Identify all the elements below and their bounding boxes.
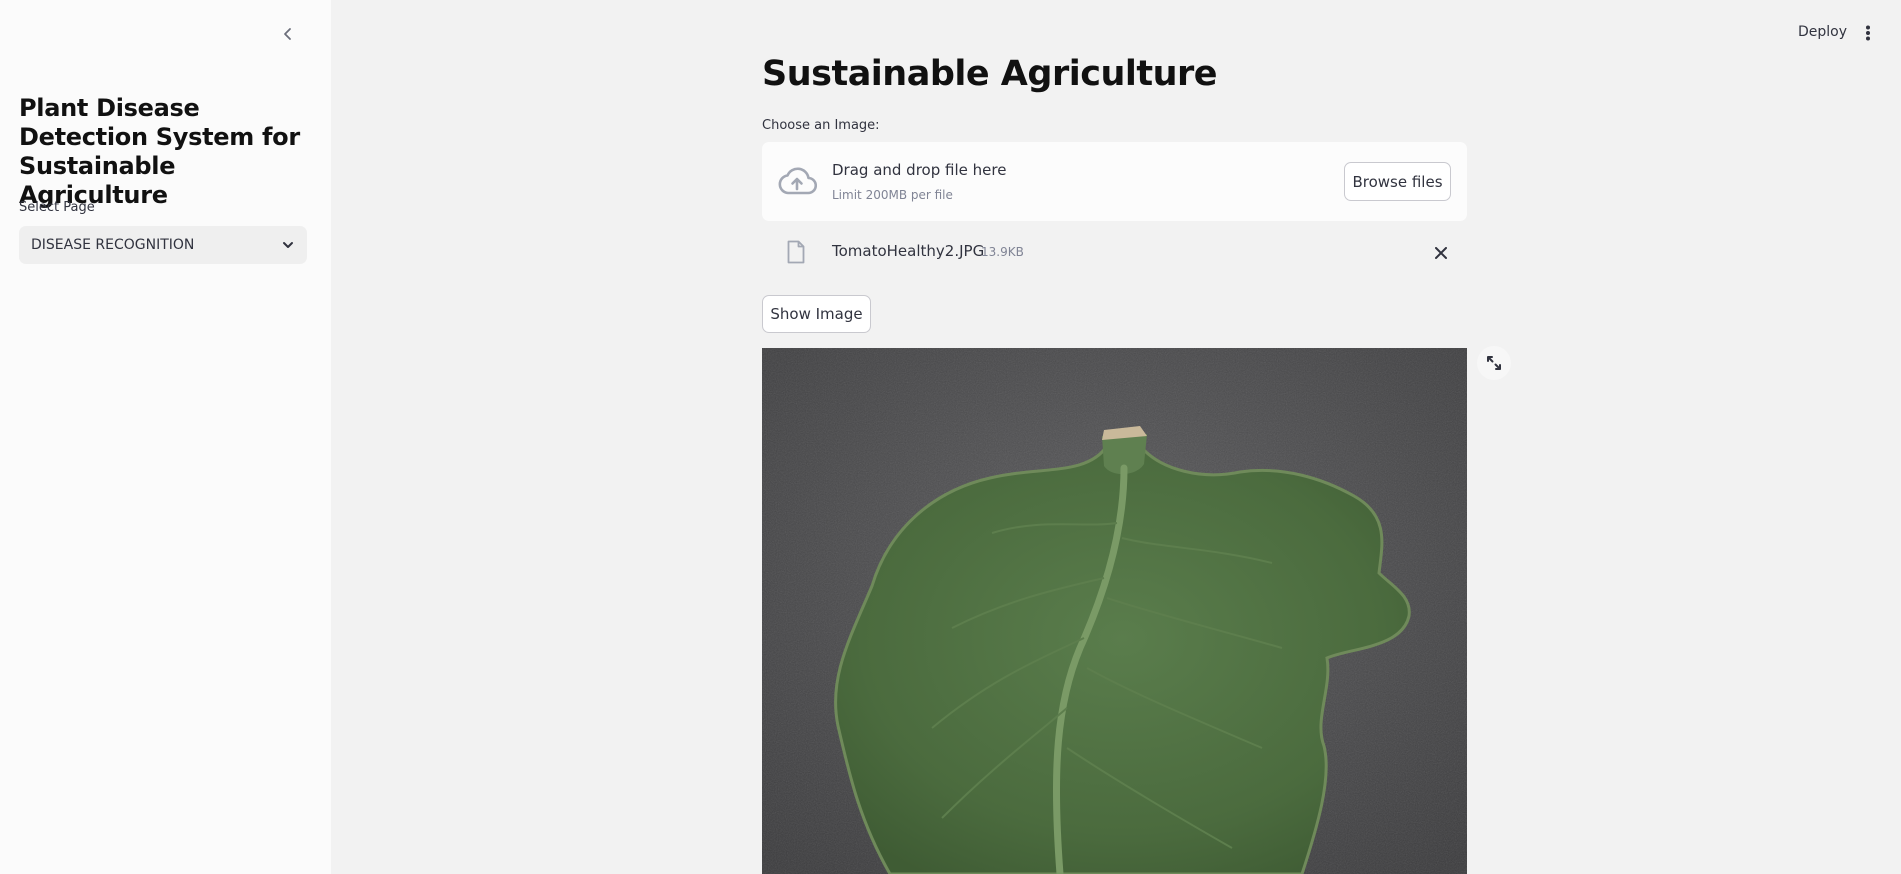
collapse-sidebar-button[interactable] [276, 22, 300, 46]
remove-file-button[interactable] [1430, 242, 1452, 264]
file-icon [787, 240, 805, 264]
chevron-down-icon [283, 242, 293, 248]
kebab-menu-icon [1866, 25, 1870, 41]
page-select[interactable]: DISEASE RECOGNITION [19, 226, 307, 264]
select-page-label: Select Page [19, 200, 95, 215]
browse-files-button[interactable]: Browse files [1344, 162, 1451, 201]
show-image-button[interactable]: Show Image [762, 295, 871, 333]
close-icon [1435, 247, 1447, 259]
file-dropzone[interactable]: Drag and drop file here Limit 200MB per … [762, 142, 1467, 221]
sidebar: Plant Disease Detection System for Susta… [0, 0, 331, 874]
uploaded-leaf-image [762, 348, 1467, 874]
file-size: 13.9KB [981, 245, 1024, 259]
chevron-left-icon [284, 28, 291, 40]
sidebar-title: Plant Disease Detection System for Susta… [19, 94, 300, 209]
file-name: TomatoHealthy2.JPG [832, 242, 985, 260]
page-select-value: DISEASE RECOGNITION [31, 237, 195, 253]
uploaded-file: TomatoHealthy2.JPG 13.9KB [762, 234, 1467, 270]
uploader-label: Choose an Image: [762, 118, 880, 133]
leaf-photo [762, 348, 1467, 874]
fullscreen-button[interactable] [1477, 346, 1511, 380]
cloud-upload-icon [778, 167, 817, 195]
page-title: Sustainable Agriculture [762, 54, 1218, 94]
fullscreen-icon [1487, 356, 1501, 370]
deploy-button[interactable]: Deploy [1798, 24, 1847, 40]
dropzone-instructions: Drag and drop file here [832, 161, 1007, 179]
dropzone-limit: Limit 200MB per file [832, 188, 953, 202]
main-menu-button[interactable] [1858, 21, 1878, 45]
